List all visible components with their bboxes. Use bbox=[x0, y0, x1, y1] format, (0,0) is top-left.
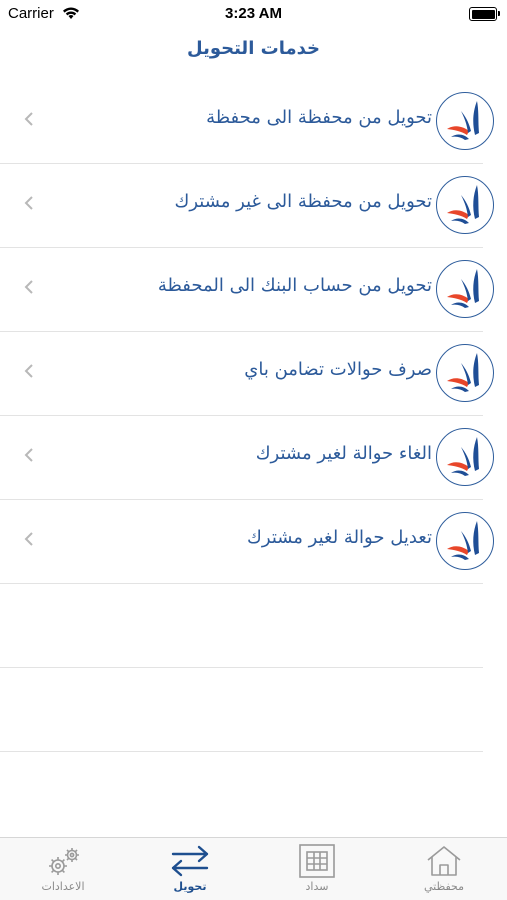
service-row-cancel-remittance[interactable]: الغاء حوالة لغير مشترك bbox=[0, 416, 507, 500]
tab-bar: الاعدادات تحويل سداد محفظتي bbox=[0, 837, 507, 900]
tab-settings[interactable]: الاعدادات bbox=[0, 838, 126, 900]
service-label: الغاء حوالة لغير مشترك bbox=[255, 443, 432, 464]
home-icon bbox=[381, 844, 507, 878]
brand-logo-icon bbox=[436, 92, 494, 150]
tab-payment[interactable]: سداد bbox=[254, 838, 380, 900]
gears-icon bbox=[0, 844, 126, 878]
empty-row bbox=[0, 668, 507, 752]
page-title: خدمات التحويل bbox=[187, 38, 320, 59]
chevron-left-icon bbox=[24, 447, 34, 467]
tab-transfer[interactable]: تحويل bbox=[127, 838, 253, 900]
brand-logo-icon bbox=[436, 176, 494, 234]
chevron-left-icon bbox=[24, 363, 34, 383]
tab-label: الاعدادات bbox=[41, 880, 85, 893]
brand-logo-icon bbox=[436, 344, 494, 402]
transfer-arrows-icon bbox=[127, 844, 253, 878]
status-bar: Carrier 3:23 AM bbox=[0, 0, 507, 28]
chevron-left-icon bbox=[24, 195, 34, 215]
brand-logo-icon bbox=[436, 260, 494, 318]
empty-row bbox=[0, 584, 507, 668]
chevron-left-icon bbox=[24, 111, 34, 131]
tab-label: تحويل bbox=[173, 880, 207, 893]
service-label: تعديل حوالة لغير مشترك bbox=[247, 527, 432, 548]
service-row-cash-remittance[interactable]: صرف حوالات تضامن باي bbox=[0, 332, 507, 416]
tab-label: سداد bbox=[305, 880, 329, 893]
service-row-edit-remittance[interactable]: تعديل حوالة لغير مشترك bbox=[0, 500, 507, 584]
battery-icon bbox=[469, 7, 500, 21]
bill-icon bbox=[254, 844, 380, 878]
tab-my-wallet[interactable]: محفظتي bbox=[381, 838, 507, 900]
service-row-bank-to-wallet[interactable]: تحويل من حساب البنك الى المحفظة bbox=[0, 248, 507, 332]
row-divider bbox=[0, 751, 483, 752]
tab-label: محفظتي bbox=[423, 880, 465, 893]
brand-logo-icon bbox=[436, 512, 494, 570]
brand-logo-icon bbox=[436, 428, 494, 486]
service-label: تحويل من حساب البنك الى المحفظة bbox=[157, 275, 432, 296]
clock: 3:23 AM bbox=[225, 5, 282, 22]
service-row-wallet-to-wallet[interactable]: تحويل من محفظة الى محفظة bbox=[0, 80, 507, 164]
chevron-left-icon bbox=[24, 279, 34, 299]
chevron-left-icon bbox=[24, 531, 34, 551]
service-label: تحويل من محفظة الى محفظة bbox=[206, 107, 432, 128]
service-row-wallet-to-non-subscriber[interactable]: تحويل من محفظة الى غير مشترك bbox=[0, 164, 507, 248]
service-label: صرف حوالات تضامن باي bbox=[244, 359, 432, 380]
services-list: تحويل من محفظة الى محفظة تحويل من محفظة … bbox=[0, 80, 507, 752]
service-label: تحويل من محفظة الى غير مشترك bbox=[174, 191, 432, 212]
